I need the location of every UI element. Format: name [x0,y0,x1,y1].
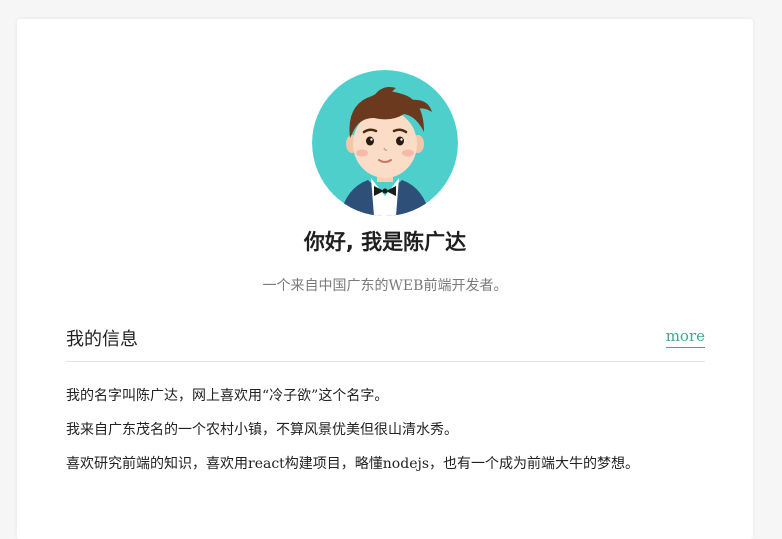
info-paragraph: 我的名字叫陈广达，网上喜欢用“冷子欲”这个名字。 [66,388,389,404]
info-content: 我的名字叫陈广达，网上喜欢用“冷子欲”这个名字。 我来自广东茂名的一个农村小镇，… [66,383,705,485]
cartoon-boy-avatar-icon [312,70,458,216]
profile-card: 你好, 我是陈广达 一个来自中国广东的WEB前端开发者。 我的信息 more 我… [17,19,753,539]
tagline: 一个来自中国广东的WEB前端开发者。 [262,278,508,294]
info-paragraph: 喜欢研究前端的知识，喜欢用react构建项目，略懂nodejs，也有一个成为前端… [66,456,640,472]
greeting-heading: 你好, 我是陈广达 [303,230,467,254]
section-title: 我的信息 [66,329,138,350]
avatar [312,70,458,216]
section-header: 我的信息 more [66,325,705,362]
info-paragraph: 我来自广东茂名的一个农村小镇，不算风景优美但很山清水秀。 [66,422,458,438]
more-link[interactable]: more [665,327,705,348]
